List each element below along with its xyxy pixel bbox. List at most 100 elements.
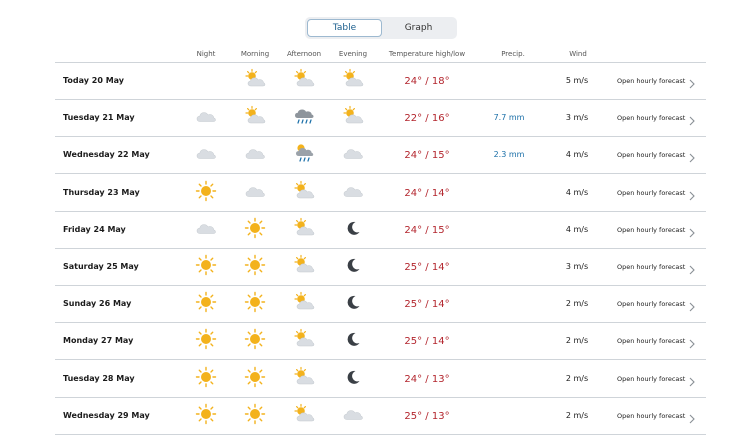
column-header-afternoon: Afternoon bbox=[286, 50, 322, 58]
cloud-icon bbox=[195, 105, 217, 127]
partly-cloudy-icon bbox=[244, 105, 266, 127]
open-hourly-forecast-link[interactable]: Open hourly forecast bbox=[617, 412, 685, 420]
temperature-high-low: 24° / 13° bbox=[404, 373, 450, 385]
sun-icon bbox=[195, 403, 217, 425]
partly-cloudy-icon bbox=[293, 291, 315, 313]
row-date: Friday 24 May bbox=[63, 224, 126, 234]
view-toggle: Table Graph bbox=[305, 17, 457, 39]
row-date: Wednesday 29 May bbox=[63, 410, 150, 420]
partly-cloudy-icon bbox=[293, 366, 315, 388]
partly-cloudy-icon bbox=[293, 217, 315, 239]
wind-value: 4 m/s bbox=[565, 224, 589, 234]
chevron-right-icon[interactable] bbox=[687, 410, 697, 424]
chevron-right-icon[interactable] bbox=[687, 112, 697, 126]
wind-value: 5 m/s bbox=[565, 76, 589, 85]
forecast-row[interactable]: Wednesday 29 May 25° / 13° 2 m/s Open hour… bbox=[55, 398, 706, 435]
open-hourly-forecast-link[interactable]: Open hourly forecast bbox=[617, 189, 685, 197]
open-hourly-forecast-link[interactable]: Open hourly forecast bbox=[617, 263, 685, 271]
forecast-row[interactable]: Sunday 26 May 25° / 14° 2 m/s Open hourly … bbox=[55, 286, 706, 324]
open-hourly-forecast-link[interactable]: Open hourly forecast bbox=[617, 226, 685, 234]
forecast-row[interactable]: Tuesday 21 May 22° / 16° 7.7 mm 3 m/s Open … bbox=[55, 100, 706, 138]
forecast-row[interactable]: Wednesday 22 May 24° / 15° 2.3 mm 4 m/s Ope… bbox=[55, 137, 706, 175]
chevron-right-icon[interactable] bbox=[687, 187, 697, 200]
partly-cloudy-icon bbox=[293, 180, 315, 202]
partly-cloudy-icon bbox=[342, 68, 364, 90]
sun-icon bbox=[195, 366, 217, 388]
open-hourly-forecast-link[interactable]: Open hourly forecast bbox=[617, 151, 685, 159]
temperature-high-low: 24° / 15° bbox=[404, 150, 450, 162]
column-header-night: Night bbox=[196, 50, 216, 58]
row-date: Today 20 May bbox=[63, 76, 125, 85]
wind-value: 2 m/s bbox=[565, 410, 589, 420]
sun-rain-cloud-icon bbox=[293, 142, 315, 164]
sun-icon bbox=[244, 403, 266, 425]
wind-value: 3 m/s bbox=[565, 113, 589, 123]
forecast-row[interactable]: Tuesday 28 May 24° / 13° 2 m/s Open hourly… bbox=[55, 361, 706, 398]
chevron-right-icon[interactable] bbox=[687, 261, 697, 275]
forecast-row[interactable]: Today 20 May 24° / 18° 5 m/s Open hourly f… bbox=[55, 63, 706, 100]
moon-icon bbox=[342, 291, 364, 313]
partly-cloudy-icon bbox=[293, 68, 315, 90]
open-hourly-forecast-link[interactable]: Open hourly forecast bbox=[617, 375, 685, 383]
sun-icon bbox=[195, 291, 217, 313]
moon-icon bbox=[342, 254, 364, 276]
open-hourly-forecast-link[interactable]: Open hourly forecast bbox=[617, 114, 685, 122]
graph-tab[interactable]: Graph bbox=[382, 19, 455, 37]
sun-icon bbox=[195, 180, 217, 202]
chevron-right-icon[interactable] bbox=[687, 224, 697, 238]
sun-icon bbox=[195, 328, 217, 350]
forecast-row[interactable]: Saturday 25 May 25° / 14° 3 m/s Open hourl… bbox=[55, 249, 706, 286]
row-date: Tuesday 21 May bbox=[63, 113, 135, 123]
sun-icon bbox=[244, 217, 266, 239]
sun-icon bbox=[244, 366, 266, 388]
partly-cloudy-icon bbox=[293, 254, 315, 276]
column-header-morning: Morning bbox=[240, 50, 270, 58]
row-date: Wednesday 22 May bbox=[63, 150, 150, 160]
chevron-right-icon[interactable] bbox=[687, 75, 697, 89]
partly-cloudy-icon bbox=[293, 403, 315, 425]
table-tab[interactable]: Table bbox=[307, 19, 382, 37]
open-hourly-forecast-link[interactable]: Open hourly forecast bbox=[617, 77, 685, 85]
sun-icon bbox=[244, 254, 266, 276]
open-hourly-forecast-link[interactable]: Open hourly forecast bbox=[617, 300, 685, 308]
partly-cloudy-icon bbox=[342, 105, 364, 127]
precipitation-value: 2.3 mm bbox=[493, 150, 525, 160]
moon-icon bbox=[342, 366, 364, 388]
temperature-high-low: 24° / 14° bbox=[404, 187, 450, 199]
temperature-high-low: 25° / 13° bbox=[404, 410, 450, 422]
sun-icon bbox=[195, 254, 217, 276]
sun-icon bbox=[244, 291, 266, 313]
temperature-high-low: 25° / 14° bbox=[404, 336, 450, 348]
temperature-high-low: 22° / 16° bbox=[404, 113, 450, 125]
column-header-precip: Precip. bbox=[501, 50, 525, 58]
chevron-right-icon[interactable] bbox=[687, 335, 697, 349]
moon-icon bbox=[342, 328, 364, 350]
wind-value: 3 m/s bbox=[565, 262, 589, 271]
partly-cloudy-icon bbox=[293, 328, 315, 350]
wind-value: 2 m/s bbox=[565, 299, 589, 309]
cloud-icon bbox=[342, 180, 364, 202]
column-header-temperature: Temperature high/low bbox=[388, 50, 466, 58]
forecast-row[interactable]: Friday 24 May 24° / 15° 4 m/s Open hourly … bbox=[55, 212, 706, 249]
moon-icon bbox=[342, 217, 364, 239]
forecast-row[interactable]: Thursday 23 May 24° / 14° 4 m/s Open hourl… bbox=[55, 175, 706, 212]
sun-icon bbox=[244, 328, 266, 350]
open-hourly-forecast-link[interactable]: Open hourly forecast bbox=[617, 337, 685, 345]
wind-value: 2 m/s bbox=[565, 373, 589, 383]
partly-cloudy-icon bbox=[244, 68, 266, 90]
cloud-icon bbox=[195, 142, 217, 164]
chevron-right-icon[interactable] bbox=[687, 149, 697, 163]
wind-value: 2 m/s bbox=[565, 336, 589, 346]
cloud-icon bbox=[244, 142, 266, 164]
cloud-icon bbox=[244, 180, 266, 202]
chevron-right-icon[interactable] bbox=[687, 298, 697, 312]
row-date: Sunday 26 May bbox=[63, 299, 132, 309]
forecast-row[interactable]: Monday 27 May 25° / 14° 2 m/s Open hourly … bbox=[55, 323, 706, 361]
row-date: Thursday 23 May bbox=[63, 187, 140, 197]
row-date: Monday 27 May bbox=[63, 336, 134, 346]
cloud-icon bbox=[342, 403, 364, 425]
chevron-right-icon[interactable] bbox=[687, 373, 697, 386]
temperature-high-low: 24° / 15° bbox=[404, 224, 450, 236]
temperature-high-low: 24° / 18° bbox=[404, 76, 450, 87]
precipitation-value: 7.7 mm bbox=[493, 113, 525, 123]
